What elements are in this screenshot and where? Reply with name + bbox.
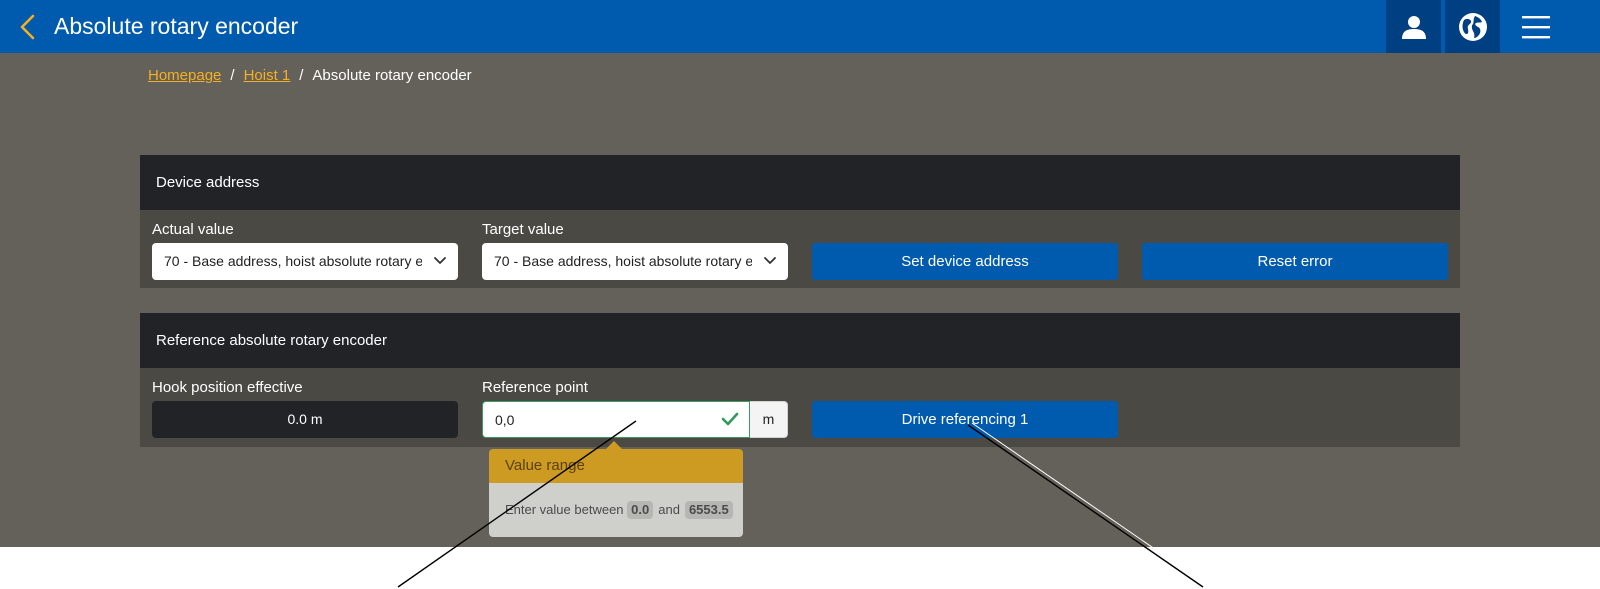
top-bar: Absolute rotary encoder — [0, 0, 1600, 53]
chevron-down-icon — [764, 257, 776, 264]
value-range-tooltip: Value range Enter value between 0.0 and 65… — [489, 441, 743, 537]
actual-value-select[interactable]: 70 - Base address, hoist absolute rotary… — [152, 243, 458, 280]
actual-value-label: Actual value — [152, 221, 234, 238]
page-title: Absolute rotary encoder — [54, 13, 299, 39]
reference-point-field[interactable] — [482, 401, 750, 438]
device-address-panel-header: Device address — [140, 155, 1460, 210]
breadcrumb-current: Absolute rotary encoder — [312, 67, 472, 84]
tooltip-prefix: Enter value between — [505, 502, 624, 517]
tooltip-conjunction: and — [658, 502, 680, 517]
menu-button[interactable] — [1510, 0, 1562, 53]
user-icon — [1401, 15, 1426, 39]
tooltip-min-value: 0.0 — [627, 501, 654, 519]
tooltip-body: Enter value between 0.0 and 6553.5 — [489, 483, 743, 537]
hook-position-value: 0.0 m — [152, 401, 458, 438]
chevron-down-icon — [434, 257, 446, 264]
set-device-address-button[interactable]: Set device address — [812, 243, 1118, 280]
hook-position-label: Hook position effective — [152, 379, 303, 396]
tooltip-max-value: 6553.5 — [684, 501, 733, 519]
target-value-label: Target value — [482, 221, 564, 238]
breadcrumb: Homepage / Hoist 1 / Absolute rotary encoder — [148, 67, 472, 84]
chevron-left-icon[interactable] — [16, 13, 38, 41]
breadcrumb-link-homepage[interactable]: Homepage — [148, 67, 221, 84]
reference-point-unit: m — [750, 401, 788, 438]
target-value-selected: 70 - Base address, hoist absolute rotary… — [494, 253, 752, 269]
tooltip-title: Value range — [489, 449, 743, 483]
reference-point-label: Reference point — [482, 379, 588, 396]
content-area — [0, 53, 1600, 547]
breadcrumb-separator: / — [299, 67, 304, 84]
breadcrumb-separator: / — [230, 67, 235, 84]
target-value-select[interactable]: 70 - Base address, hoist absolute rotary… — [482, 243, 788, 280]
drive-referencing-button[interactable]: Drive referencing 1 — [812, 401, 1118, 438]
language-button[interactable] — [1445, 0, 1500, 53]
breadcrumb-link-hoist[interactable]: Hoist 1 — [244, 67, 291, 84]
globe-icon — [1458, 12, 1487, 41]
user-button[interactable] — [1386, 0, 1441, 53]
actual-value-selected: 70 - Base address, hoist absolute rotary… — [164, 253, 422, 269]
reference-point-input[interactable] — [483, 402, 713, 437]
hamburger-menu-icon — [1522, 15, 1550, 38]
checkmark-icon — [721, 412, 739, 426]
reference-panel-header: Reference absolute rotary encoder — [140, 313, 1460, 368]
reset-error-button[interactable]: Reset error — [1142, 243, 1448, 280]
